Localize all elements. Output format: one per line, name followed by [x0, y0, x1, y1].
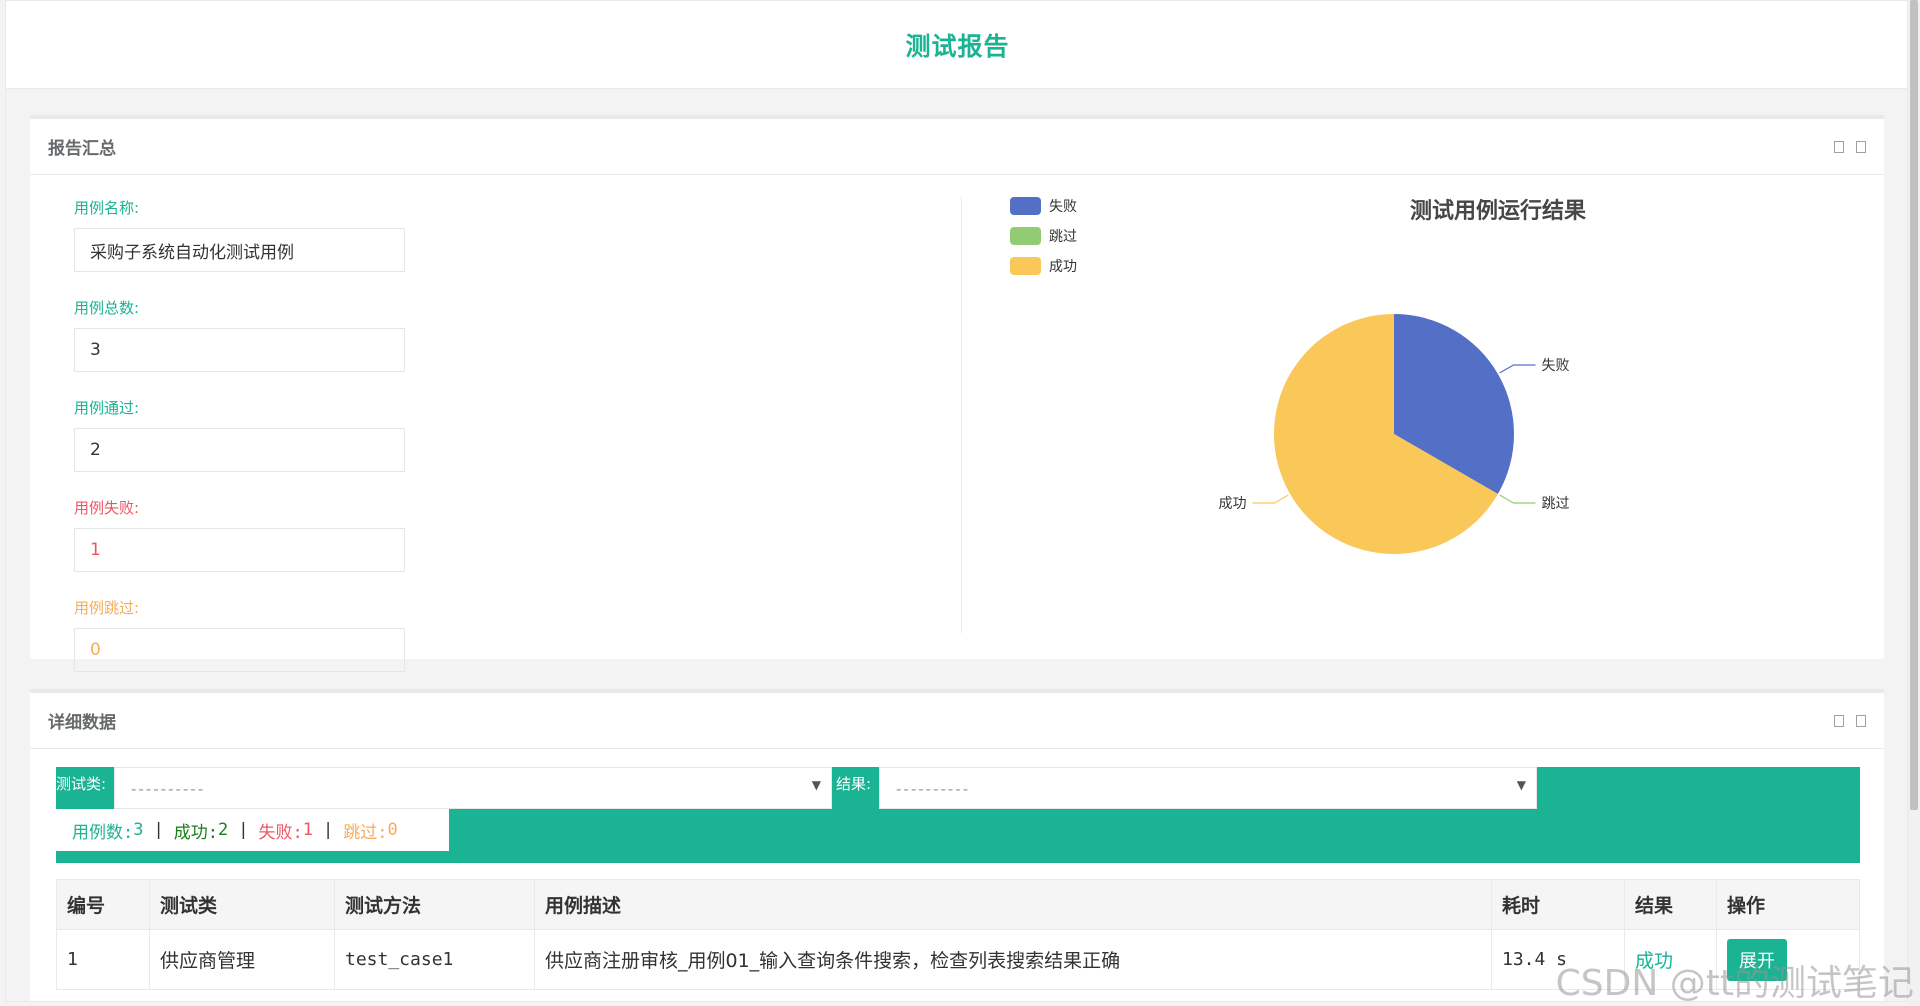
class-filter-select[interactable]: ---------- ▼: [114, 767, 832, 809]
cell-desc: 供应商注册审核_用例01_输入查询条件搜索，检查列表搜索结果正确: [534, 929, 1492, 990]
collapse-icon[interactable]: [1834, 140, 1844, 153]
case-name-label: 用例名称:: [74, 199, 140, 217]
top-header: 测试报告: [6, 1, 1907, 89]
case-skip-field: 用例跳过: 0: [74, 597, 514, 672]
case-name-field: 用例名称: 采购子系统自动化测试用例: [74, 197, 514, 272]
result-filter-label: 结果:: [836, 775, 872, 793]
case-total-field: 用例总数: 3: [74, 297, 514, 372]
col-result[interactable]: 结果: [1624, 879, 1717, 930]
case-pass-field: 用例通过: 2: [74, 397, 514, 472]
stats-fail-value: 1: [302, 820, 313, 840]
class-filter-label: 测试类:: [56, 775, 107, 793]
col-time[interactable]: 耗时: [1491, 879, 1625, 930]
case-pass-label: 用例通过:: [74, 399, 140, 417]
page-title: 测试报告: [905, 31, 1010, 61]
stats-success-value: 2: [218, 820, 229, 840]
col-desc[interactable]: 用例描述: [534, 879, 1492, 930]
watermark: CSDN @tt的测试笔记: [1555, 963, 1914, 1004]
close-icon[interactable]: [1856, 140, 1866, 153]
summary-panel-header: 报告汇总: [30, 119, 1884, 175]
pie-leader-line: [1499, 494, 1536, 504]
close-icon[interactable]: [1856, 714, 1866, 727]
result-filter-select[interactable]: ---------- ▼: [879, 767, 1537, 809]
stats-summary: 用例数: 3 | 成功: 2 | 失败: 1 | 跳过: 0: [56, 809, 449, 851]
stats-total-value: 3: [133, 820, 144, 840]
report-page: 测试报告 报告汇总 用例名称: 采购子系统自动化测试用例 用例总数: 3 用例通…: [5, 0, 1908, 1002]
summary-panel-title: 报告汇总: [48, 139, 116, 159]
case-skip-input[interactable]: 0: [74, 628, 405, 672]
summary-form: 用例名称: 采购子系统自动化测试用例 用例总数: 3 用例通过: 2 用例失败:…: [74, 197, 514, 697]
pie-label: 跳过: [1542, 496, 1570, 512]
filter-bar: 测试类: ---------- ▼ 结果: ---------- ▼ 用例数: …: [56, 767, 1860, 863]
case-fail-input[interactable]: 1: [74, 528, 405, 572]
table-header-row: 编号 测试类 测试方法 用例描述 耗时 结果 操作: [56, 879, 1860, 930]
pie-label: 失败: [1542, 358, 1570, 374]
col-action[interactable]: 操作: [1716, 879, 1860, 930]
stats-fail-label: 失败:: [258, 822, 303, 843]
details-panel-title: 详细数据: [48, 713, 116, 733]
chevron-down-icon: ▼: [1516, 778, 1526, 792]
stats-skip-value: 0: [387, 820, 398, 840]
case-total-label: 用例总数:: [74, 299, 140, 317]
case-name-input[interactable]: 采购子系统自动化测试用例: [74, 228, 405, 272]
pie-label: 成功: [1218, 496, 1246, 512]
chevron-down-icon: ▼: [811, 778, 821, 792]
stats-skip-label: 跳过:: [343, 822, 388, 843]
scrollbar-thumb[interactable]: [1910, 0, 1918, 810]
summary-panel: 报告汇总 用例名称: 采购子系统自动化测试用例 用例总数: 3 用例通过: 2 …: [30, 115, 1884, 672]
case-fail-label: 用例失败:: [74, 499, 140, 517]
pie-svg: 失败跳过 成功: [1218, 314, 1570, 554]
class-filter-placeholder: ----------: [131, 780, 206, 798]
pie-leader-line: [1252, 494, 1289, 504]
stats-success-label: 成功:: [173, 822, 218, 843]
col-id[interactable]: 编号: [56, 879, 150, 930]
cell-method: test_case1: [334, 929, 535, 990]
case-total-input[interactable]: 3: [74, 328, 405, 372]
case-pass-input[interactable]: 2: [74, 428, 405, 472]
result-filter-placeholder: ----------: [896, 780, 971, 798]
details-panel-header: 详细数据: [30, 693, 1884, 749]
case-skip-label: 用例跳过:: [74, 599, 140, 617]
page-scrollbar[interactable]: [1908, 0, 1920, 1006]
cell-id: 1: [56, 929, 150, 990]
stats-total-label: 用例数:: [72, 822, 134, 843]
case-fail-field: 用例失败: 1: [74, 497, 514, 572]
col-class[interactable]: 测试类: [149, 879, 335, 930]
collapse-icon[interactable]: [1834, 714, 1844, 727]
col-method[interactable]: 测试方法: [334, 879, 535, 930]
pie-leader-line: [1499, 364, 1536, 374]
pie-chart: 失败 跳过 成功 测试用例运行结果 失败 跳过 成功: [962, 179, 1884, 649]
cell-class: 供应商管理: [149, 929, 335, 990]
